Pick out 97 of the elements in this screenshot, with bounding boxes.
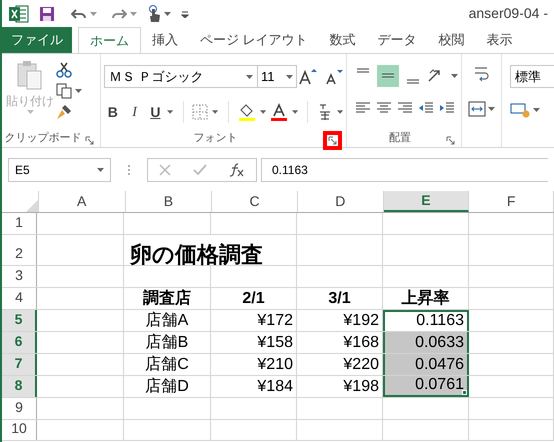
group-label: フォント (194, 130, 238, 146)
customize-toolbar-icon[interactable] (181, 10, 189, 18)
column-header[interactable]: C (212, 191, 298, 212)
row-header[interactable]: 5 (2, 310, 37, 331)
column-header[interactable]: A (38, 191, 126, 212)
excel-logo-icon[interactable] (9, 4, 29, 22)
column-header[interactable]: F (469, 191, 554, 212)
column-header[interactable]: B (126, 191, 212, 212)
number-format-field[interactable]: 標準 (510, 65, 554, 88)
column-heading: 調査店 (143, 289, 191, 309)
cell-value: 店舗A (146, 311, 188, 331)
undo-icon[interactable] (71, 6, 87, 20)
save-icon[interactable] (39, 6, 55, 22)
ribbon-tab[interactable]: ページ レイアウト (189, 27, 319, 53)
caret-icon (286, 74, 294, 78)
caret-icon (212, 110, 219, 114)
caret-icon (260, 110, 266, 114)
cell-value: ¥192 (343, 311, 379, 331)
caret-icon (533, 108, 540, 112)
ribbon-tab[interactable]: データ (366, 27, 428, 53)
ribbon-tab[interactable]: 校閲 (428, 27, 476, 53)
caret-icon (90, 12, 97, 16)
cell-value: 0.0633 (415, 333, 464, 353)
underline-button[interactable]: U (147, 102, 164, 122)
cancel-icon[interactable] (159, 164, 171, 176)
merge-cells-icon[interactable] (468, 100, 486, 118)
grid-cell[interactable]: 0.0761 (383, 376, 469, 397)
cell-value: ¥198 (343, 377, 379, 397)
file-tab[interactable]: ファイル (2, 27, 72, 53)
ribbon-tab[interactable]: 表示 (476, 27, 524, 53)
caret-icon (75, 89, 82, 93)
cell-value: 0.0476 (415, 355, 464, 375)
font-size-field[interactable]: 11 (258, 65, 298, 88)
cell-value: ¥168 (343, 333, 379, 353)
cell-value: ¥210 (257, 355, 293, 375)
italic-button[interactable]: I (126, 102, 144, 122)
row-header[interactable]: 8 (2, 376, 37, 397)
grid-cell[interactable]: 0.0633 (383, 332, 469, 353)
currency-icon[interactable] (510, 101, 530, 119)
grip-icon (127, 164, 131, 176)
dialog-launcher-icon[interactable] (327, 135, 338, 146)
align-middle-icon[interactable] (377, 65, 399, 87)
ribbon-tab[interactable]: 挿入 (141, 27, 189, 53)
scissors-icon[interactable] (56, 62, 72, 78)
cell-value: 店舗B (146, 333, 188, 353)
copy-icon[interactable] (56, 83, 72, 99)
insert-function-icon[interactable] (229, 162, 245, 176)
window-title: anser09-04 - (468, 4, 549, 23)
formula-input-field[interactable]: 0.1163 (261, 158, 548, 182)
name-box[interactable]: E5 (8, 158, 111, 182)
borders-icon[interactable] (192, 104, 208, 120)
touch-mode-icon[interactable] (147, 4, 161, 22)
dialog-launcher-icon[interactable] (445, 135, 456, 146)
bold-button[interactable]: B (104, 102, 122, 122)
cell-value: 店舗D (145, 377, 189, 397)
ribbon-tab[interactable]: ホーム (78, 27, 141, 53)
ribbon-tab[interactable]: 数式 (318, 27, 367, 53)
cell-value: ¥220 (343, 355, 379, 375)
row-header[interactable]: 7 (2, 354, 37, 375)
caret-icon (167, 110, 174, 114)
sheet-title: 卵の価格調査 (130, 245, 263, 265)
clipboard-icon (17, 60, 43, 90)
redo-icon[interactable] (111, 6, 127, 20)
enter-icon[interactable] (193, 164, 207, 176)
select-all-icon[interactable] (26, 200, 38, 212)
cell-value: 0.1163 (416, 311, 464, 331)
caret-icon (97, 168, 104, 172)
caret-icon (451, 74, 458, 78)
cell-value: ¥172 (257, 311, 293, 331)
font-name-field[interactable]: ＭＳ Ｐゴシック (104, 65, 258, 88)
caret-icon (292, 110, 298, 114)
font-color-icon[interactable] (270, 103, 288, 121)
fill-color-icon[interactable] (238, 103, 256, 121)
format-painter-icon[interactable] (56, 104, 72, 120)
caret-icon (488, 107, 495, 111)
cell-value: ¥158 (257, 333, 293, 353)
group-label: 配置 (389, 130, 411, 146)
column-heading: 3/1 (328, 289, 351, 309)
cell-value: 0.0761 (415, 375, 464, 395)
cell-value: 店舗C (145, 355, 189, 375)
caret-icon (26, 110, 34, 114)
grow-font-icon[interactable] (297, 68, 318, 86)
column-heading: 上昇率 (402, 289, 450, 309)
grid-cell[interactable]: 0.0476 (383, 354, 469, 375)
fill-handle[interactable] (462, 390, 467, 395)
grid-cell[interactable]: 0.1163 (383, 310, 469, 331)
caret-icon (336, 110, 344, 114)
caret-icon (246, 74, 254, 78)
caret-icon (164, 12, 171, 16)
cell-value: ¥184 (257, 377, 293, 397)
caret-icon (130, 12, 137, 16)
group-label: クリップボード (4, 130, 82, 146)
row-header[interactable]: 6 (2, 332, 37, 353)
wrap-text-icon[interactable] (472, 65, 490, 83)
dialog-launcher-icon[interactable] (84, 135, 95, 146)
column-heading: 2/1 (242, 289, 265, 309)
column-header[interactable]: E (384, 191, 470, 212)
